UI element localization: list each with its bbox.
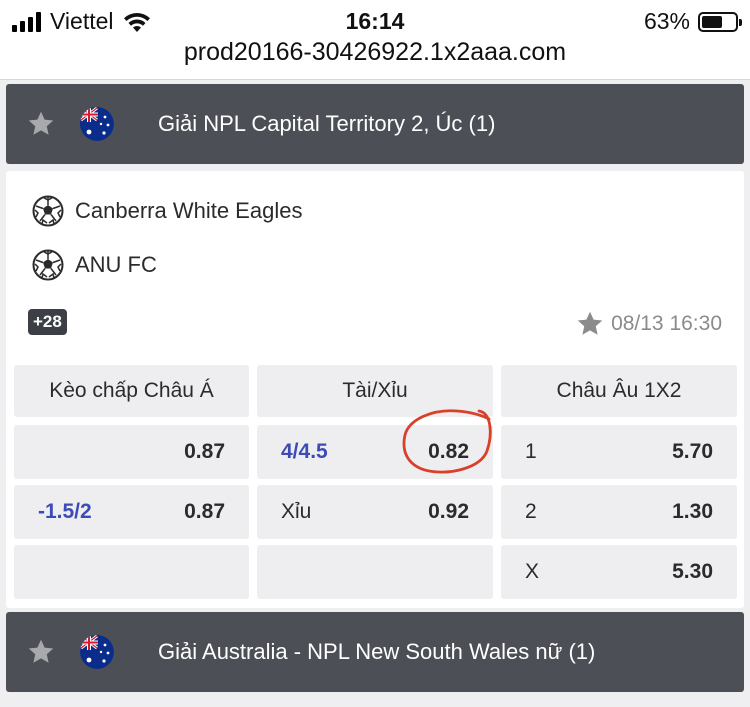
odds-cell[interactable]: 0.87 [14, 425, 249, 479]
clock: 16:14 [345, 8, 405, 34]
league-name: Giải Australia - NPL New South Wales nữ … [158, 639, 596, 664]
odds-cell[interactable]: X 5.30 [501, 545, 737, 599]
empty-odds-cell [14, 545, 249, 599]
australia-flag-icon [80, 635, 114, 669]
handicap-line: -1.5/2 [38, 500, 92, 523]
odds-cell[interactable]: 2 1.30 [501, 485, 737, 539]
favorite-star-icon[interactable] [575, 309, 605, 339]
battery-percentage: 63% [643, 8, 690, 34]
more-markets-badge[interactable]: +28 [28, 309, 67, 335]
odds-cell[interactable]: 4/4.5 0.82 [257, 425, 493, 479]
odds-value: 5.70 [672, 440, 713, 463]
away-team-name: ANU FC [75, 252, 157, 277]
favorite-star-icon[interactable] [26, 109, 56, 139]
odds-cell[interactable]: Xỉu 0.92 [257, 485, 493, 539]
odds-value: 0.82 [428, 440, 469, 463]
market-header-over-under: Tài/Xỉu [257, 365, 493, 417]
status-bar: Viettel 16:14 63% prod20166-30426922.1x2… [0, 0, 750, 80]
under-label: Xỉu [281, 500, 312, 523]
soccer-ball-icon [32, 249, 64, 281]
odds-value: 0.87 [184, 440, 225, 463]
australia-flag-icon [80, 107, 114, 141]
favorite-star-icon[interactable] [26, 637, 56, 667]
outcome-label: 1 [525, 440, 537, 463]
kickoff-datetime: 08/13 16:30 [611, 312, 722, 335]
odds-value: 5.30 [672, 560, 713, 583]
league-header[interactable]: Giải NPL Capital Territory 2, Úc (1) [6, 84, 744, 164]
market-header-asian-handicap: Kèo chấp Châu Á [14, 365, 249, 417]
odds-value: 0.92 [428, 500, 469, 523]
outcome-label: 2 [525, 500, 537, 523]
away-team: ANU FC [32, 249, 157, 281]
odds-value: 0.87 [184, 500, 225, 523]
status-right: 63% [643, 8, 742, 35]
total-line: 4/4.5 [281, 440, 328, 463]
home-team-name: Canberra White Eagles [75, 198, 303, 223]
address-bar-url[interactable]: prod20166-30426922.1x2aaa.com [0, 38, 750, 67]
odds-cell[interactable]: 1 5.70 [501, 425, 737, 479]
market-header-1x2: Châu Âu 1X2 [501, 365, 737, 417]
soccer-ball-icon [32, 195, 64, 227]
empty-odds-cell [257, 545, 493, 599]
odds-cell[interactable]: -1.5/2 0.87 [14, 485, 249, 539]
odds-value: 1.30 [672, 500, 713, 523]
battery-icon [698, 11, 742, 32]
home-team: Canberra White Eagles [32, 195, 302, 227]
match-card[interactable]: Canberra White Eagles ANU FC +28 08/13 1… [6, 171, 744, 608]
league-name: Giải NPL Capital Territory 2, Úc (1) [158, 111, 496, 136]
outcome-label: X [525, 560, 540, 583]
league-header[interactable]: Giải Australia - NPL New South Wales nữ … [6, 612, 744, 692]
kickoff-time: 08/13 16:30 [575, 309, 722, 339]
